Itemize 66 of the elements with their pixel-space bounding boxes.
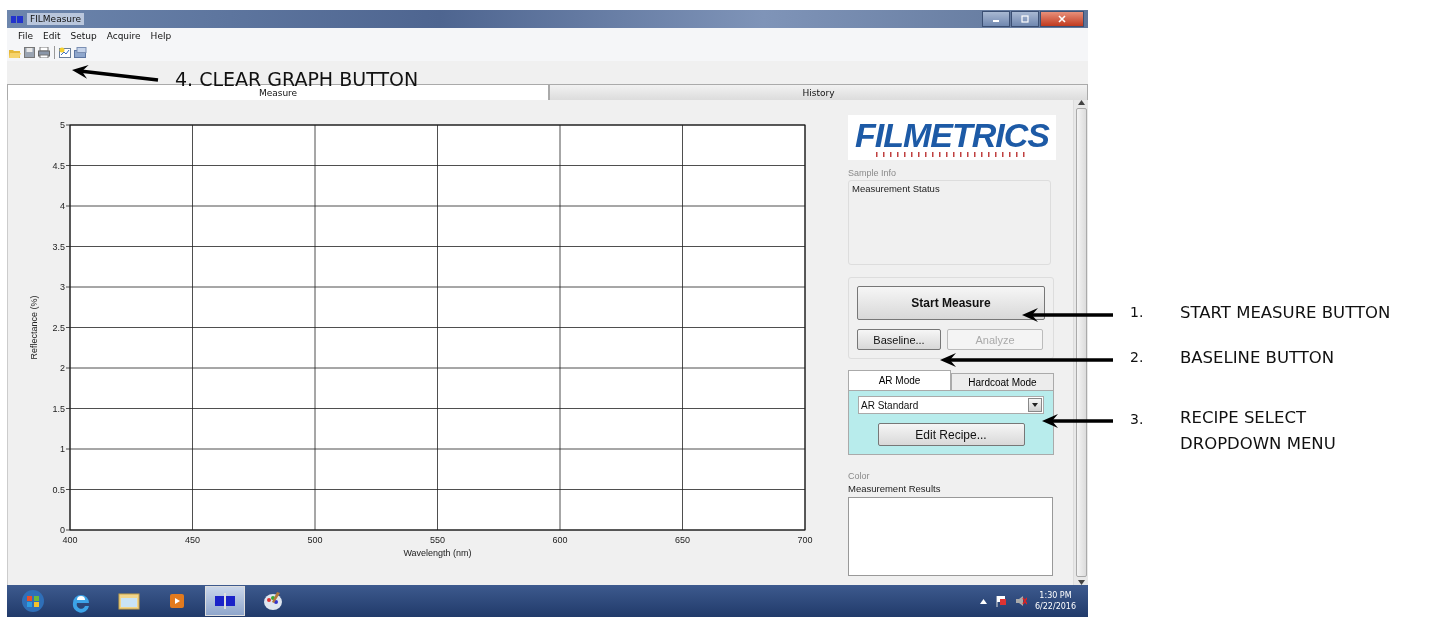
axis-tick-label: 700 — [797, 535, 813, 545]
axis-tick-label: 550 — [430, 535, 445, 545]
clock-date: 6/22/2016 — [1034, 601, 1076, 612]
axis-tick-label: 500 — [307, 535, 323, 545]
axis-tick-label: 400 — [62, 535, 78, 545]
axis-tick-label: 3 — [60, 282, 65, 292]
axis-title: Wavelength (nm) — [403, 548, 472, 558]
axis-tick-label: 5 — [60, 120, 65, 130]
axis-tick-label: 650 — [675, 535, 690, 545]
axis-title: Reflectance (%) — [29, 295, 39, 360]
group-legend: Color — [848, 471, 1064, 483]
dropdown-value: AR Standard — [861, 399, 919, 411]
mode-tab[interactable]: Hardcoat Mode — [951, 373, 1054, 390]
tray-arrow-icon[interactable] — [979, 598, 987, 604]
start-orb-icon[interactable] — [20, 589, 46, 613]
results-label: Measurement Results — [848, 483, 942, 494]
close-button[interactable] — [1040, 11, 1084, 27]
axis-tick-label: 4.5 — [52, 160, 65, 171]
logo-text: FILMETRICS — [855, 118, 1049, 152]
save-icon[interactable] — [24, 46, 35, 58]
close-icon — [1058, 15, 1066, 23]
axis-tick-label: 1 — [60, 444, 65, 454]
dropdown-button[interactable] — [1028, 398, 1042, 412]
axis-tick-label: 3.5 — [52, 241, 65, 252]
minimize-button[interactable] — [982, 11, 1010, 27]
axis-tick-label: 0.5 — [52, 484, 65, 495]
maximize-icon — [1021, 15, 1029, 23]
axis-tick-label: 600 — [552, 535, 568, 545]
callout-label: START MEASURE BUTTON — [1180, 303, 1391, 322]
axis-tick-label: 2 — [60, 363, 65, 373]
app-icon — [11, 14, 23, 24]
flag-icon[interactable] — [994, 595, 1007, 607]
callout-label: RECIPE SELECT DROPDOWN MENU — [1180, 407, 1337, 455]
axis-tick-label: 2.5 — [52, 322, 65, 333]
speaker-icon[interactable] — [1014, 595, 1027, 607]
tab[interactable]: History — [549, 84, 1088, 100]
maximize-button[interactable] — [1011, 11, 1039, 27]
menu-item[interactable]: Edit — [38, 30, 66, 41]
callout-number: 1. — [1130, 304, 1144, 320]
clock-time: 1:30 PM — [1039, 590, 1072, 601]
recipe-dropdown[interactable]: AR Standard — [858, 396, 1044, 414]
menu-item[interactable]: Acquire — [101, 30, 146, 41]
caret-icon — [1032, 403, 1038, 407]
printer-icon[interactable] — [38, 46, 50, 58]
callout-number: 3. — [1130, 411, 1144, 427]
axis-tick-label: 0 — [60, 525, 65, 535]
scroll-thumb[interactable] — [1075, 108, 1087, 577]
scrollbar[interactable] — [1073, 100, 1088, 585]
group-legend: Sample Info — [848, 168, 1064, 180]
menu-item[interactable]: File — [13, 30, 39, 41]
callout-number: 2. — [1130, 349, 1144, 365]
menu-item[interactable]: Setup — [65, 30, 102, 41]
edit-recipe-button[interactable]: Edit Recipe... — [877, 423, 1025, 446]
pointer-arrow — [1042, 414, 1113, 428]
baseline-button[interactable]: Baseline... — [857, 329, 941, 350]
axis-tick-label: 4 — [60, 201, 65, 211]
start-measure-button[interactable]: Start Measure — [857, 286, 1045, 320]
windows-icon[interactable] — [74, 46, 87, 58]
mode-tab[interactable]: AR Mode — [848, 370, 951, 390]
status-label: Measurement Status — [852, 183, 941, 194]
menu-item[interactable]: Help — [145, 30, 177, 41]
graph-icon[interactable] — [59, 46, 71, 58]
axis-tick-label: 1.5 — [52, 403, 65, 414]
callout-label: BASELINE BUTTON — [1180, 348, 1335, 367]
axis-tick-label: 450 — [185, 535, 200, 545]
window-title: FILMeasure — [27, 13, 85, 25]
